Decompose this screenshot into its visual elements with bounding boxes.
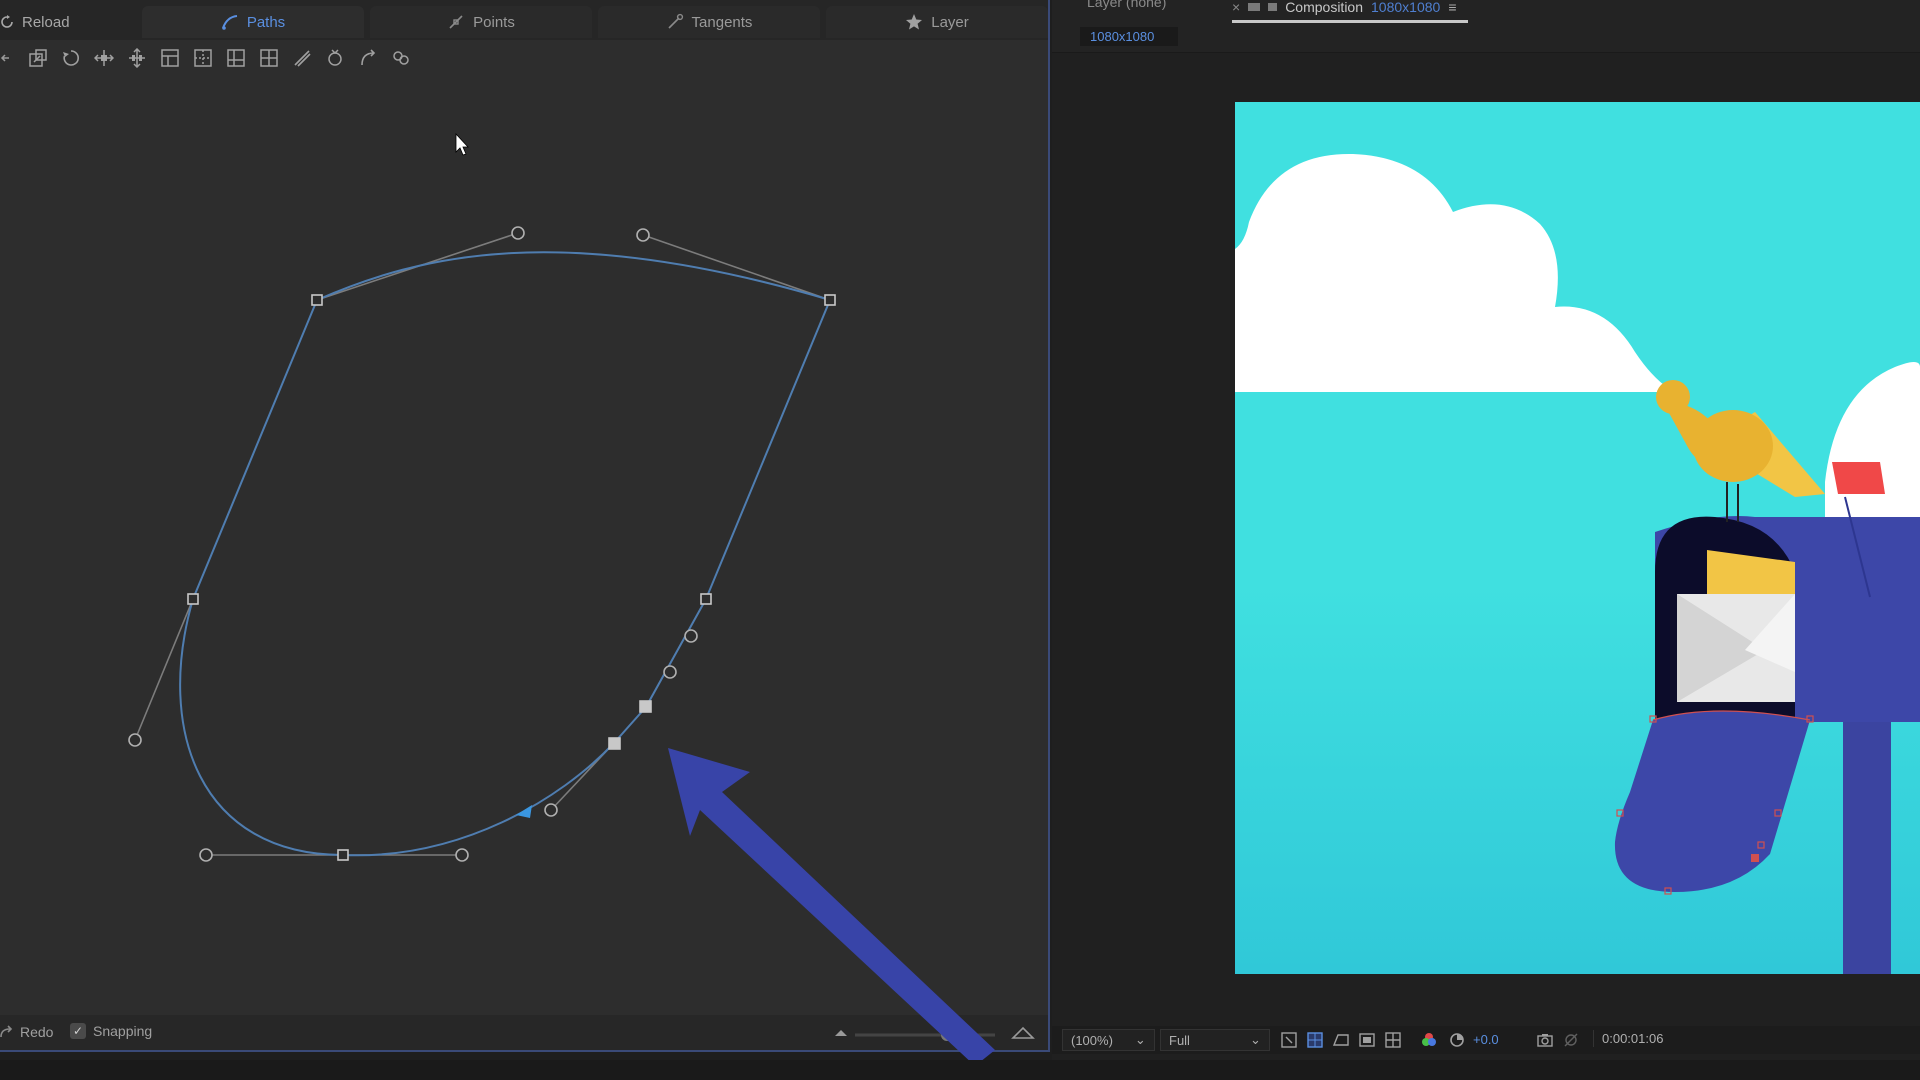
status-strip <box>0 1060 1920 1080</box>
timecode-display[interactable]: 0:00:01:06 <box>1593 1030 1671 1047</box>
zoom-value: (100%) <box>1071 1032 1113 1048</box>
quality-value: Full <box>1169 1032 1190 1048</box>
viewer-bottom-bar: (100%) ⌄ Full ⌄ +0.0 0:00:01:06 <box>1052 1026 1920 1054</box>
composition-size: 1080x1080 <box>1371 0 1441 15</box>
resolution-badge: 1080x1080 <box>1080 27 1178 46</box>
flag <box>1832 462 1885 494</box>
channel-icon[interactable] <box>1384 1031 1402 1049</box>
grid-guides-icon[interactable] <box>1358 1031 1376 1049</box>
chevron-down-icon: ⌄ <box>1134 1032 1146 1047</box>
composition-name: Composition <box>1285 0 1364 15</box>
region-of-interest-icon[interactable] <box>1280 1031 1298 1049</box>
color-channels-icon[interactable] <box>1420 1031 1438 1049</box>
chevron-down-icon: ⌄ <box>1249 1032 1261 1047</box>
lock-icon[interactable] <box>1248 3 1261 11</box>
menu-icon[interactable]: ≡ <box>1448 0 1456 15</box>
annotation-arrow <box>668 748 995 1060</box>
mailbox-post <box>1843 722 1891 974</box>
exposure-value[interactable]: +0.0 <box>1473 1032 1499 1047</box>
composition-canvas[interactable] <box>1235 102 1920 974</box>
layer-label: Layer (none) <box>1087 0 1167 10</box>
path-editor-panel: Reload Paths Points Tangents Layer Redo … <box>0 0 1050 1060</box>
composition-tab[interactable]: × Composition 1080x1080 ≡ <box>1232 0 1468 23</box>
transparency-grid-icon[interactable] <box>1306 1031 1324 1049</box>
camera-icon[interactable] <box>1536 1031 1554 1049</box>
close-icon[interactable]: × <box>1232 0 1240 15</box>
composition-icon <box>1268 3 1278 11</box>
resolution-dropdown[interactable]: Full ⌄ <box>1160 1029 1270 1051</box>
exposure-reset-icon[interactable] <box>1448 1031 1466 1049</box>
show-snapshot-icon[interactable] <box>1562 1031 1580 1049</box>
viewer-header: Layer (none) × Composition 1080x1080 ≡ 1… <box>1052 0 1920 53</box>
zoom-dropdown[interactable]: (100%) ⌄ <box>1062 1029 1155 1051</box>
mask-visibility-icon[interactable] <box>1332 1031 1350 1049</box>
composition-viewer: Layer (none) × Composition 1080x1080 ≡ 1… <box>1052 0 1920 1060</box>
